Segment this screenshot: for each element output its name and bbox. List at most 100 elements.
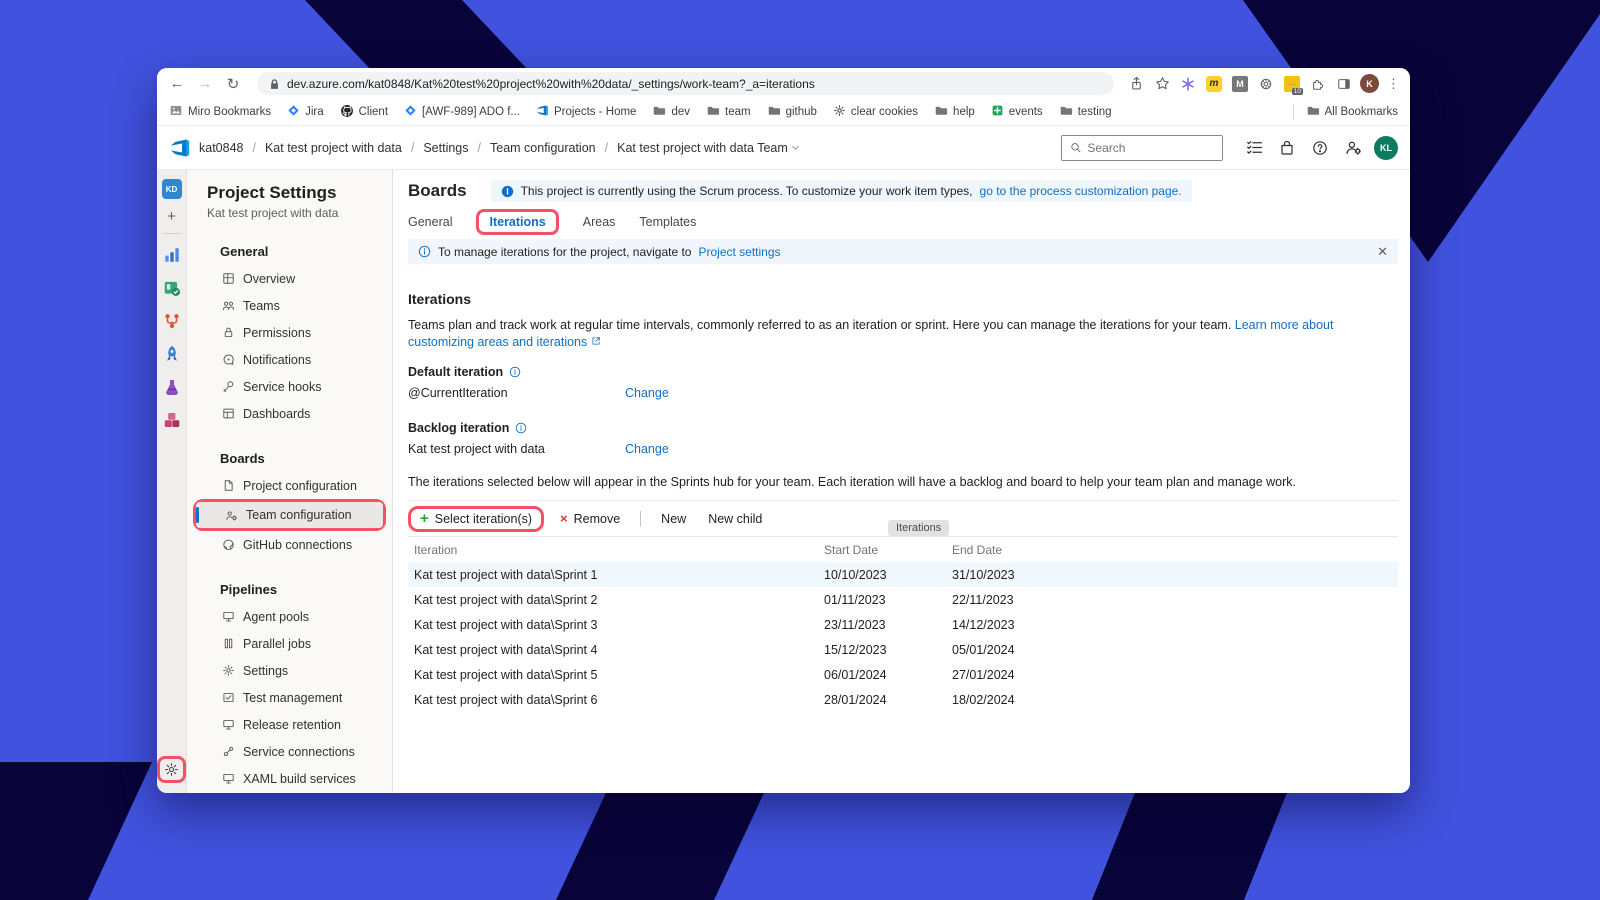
close-icon[interactable]: ✕	[1377, 244, 1388, 260]
table-row[interactable]: Kat test project with data\Sprint 201/11…	[408, 587, 1398, 612]
gear-extension-icon[interactable]	[1258, 76, 1274, 92]
breadcrumb-item-kat0848[interactable]: kat0848	[199, 141, 243, 155]
bookmark-testing[interactable]: testing	[1059, 104, 1112, 120]
bookmark-team[interactable]: team	[706, 104, 751, 120]
remove-button[interactable]: × Remove	[552, 508, 628, 530]
tab-iterations[interactable]: Iterations	[476, 209, 558, 235]
sidebar-item-github-connections[interactable]: GitHub connections	[187, 531, 392, 558]
table-row[interactable]: Kat test project with data\Sprint 506/01…	[408, 662, 1398, 687]
back-icon[interactable]: ←	[167, 75, 187, 92]
share-icon[interactable]	[1128, 76, 1144, 92]
tab-areas[interactable]: Areas	[583, 212, 616, 232]
forward-icon[interactable]: →	[195, 75, 215, 92]
bookmark-clear-cookies[interactable]: clear cookies	[833, 104, 918, 120]
bookmark-client[interactable]: Client	[340, 104, 388, 121]
search-box[interactable]	[1061, 135, 1223, 161]
bookmark-projects-home[interactable]: Projects - Home	[536, 104, 636, 120]
m-extension-icon[interactable]: M	[1232, 76, 1248, 92]
sidebar-item-settings[interactable]: Settings	[187, 657, 392, 684]
tab-templates[interactable]: Templates	[639, 212, 696, 232]
breadcrumb-item-kat-test-project-with-data[interactable]: Kat test project with data	[265, 141, 402, 155]
marketplace-bag-icon[interactable]	[1278, 139, 1296, 157]
bookmark-events[interactable]: events	[991, 104, 1043, 120]
bookmark-label: clear cookies	[851, 106, 918, 118]
sidebar-item-teams[interactable]: Teams	[187, 292, 392, 319]
sidebar-item-dashboards[interactable]: Dashboards	[187, 400, 392, 427]
column-header-iteration[interactable]: Iteration	[408, 543, 824, 557]
user-settings-icon[interactable]	[1344, 139, 1362, 157]
bookmark-help[interactable]: help	[934, 104, 975, 120]
star-icon[interactable]	[1154, 76, 1170, 92]
task-list-icon[interactable]	[1245, 139, 1263, 157]
pipelines-app-icon[interactable]	[163, 345, 181, 363]
test-icon	[222, 691, 235, 704]
calendar-10-extension-icon[interactable]: …10	[1284, 76, 1300, 92]
new-button[interactable]: New	[653, 508, 694, 530]
repos-app-icon[interactable]	[163, 312, 181, 330]
sidebar-item-overview[interactable]: Overview	[187, 265, 392, 292]
sidebar-item-release-retention[interactable]: Release retention	[187, 711, 392, 738]
sidebar-item-permissions[interactable]: Permissions	[187, 319, 392, 346]
user-avatar[interactable]: KL	[1374, 136, 1398, 160]
info-outline-icon[interactable]	[515, 422, 527, 434]
sidebar-item-notifications[interactable]: Notifications	[187, 346, 392, 373]
sidebar-item-test-management[interactable]: Test management	[187, 684, 392, 711]
sidebar-item-project-configuration[interactable]: Project configuration	[187, 472, 392, 499]
puzzle-extensions-icon[interactable]	[1310, 76, 1326, 92]
azure-devops-logo-icon[interactable]	[169, 137, 191, 159]
tab-general[interactable]: General	[408, 212, 452, 232]
sidebar-item-service-hooks[interactable]: Service hooks	[187, 373, 392, 400]
bookmark-miro-bookmarks[interactable]: Miro Bookmarks	[169, 104, 271, 120]
column-header-start-date[interactable]: Start Date	[824, 543, 952, 557]
bookmark-dev[interactable]: dev	[652, 104, 690, 120]
chrome-menu-icon[interactable]: ⋮	[1387, 76, 1400, 92]
browser-profile-avatar[interactable]: K	[1360, 74, 1379, 93]
all-bookmarks-button[interactable]: All Bookmarks	[1293, 104, 1399, 120]
table-row[interactable]: Kat test project with data\Sprint 628/01…	[408, 687, 1398, 712]
add-icon[interactable]: +	[167, 208, 176, 225]
overview-app-icon[interactable]	[163, 246, 181, 264]
miro-extension-icon[interactable]: m	[1206, 76, 1222, 92]
boards-app-icon[interactable]	[163, 279, 181, 297]
sidebar-item-xaml-build-services[interactable]: XAML build services	[187, 765, 392, 792]
sidebar-item-label: Parallel jobs	[243, 637, 311, 651]
artifacts-app-icon[interactable]	[163, 411, 181, 429]
azure-icon	[536, 104, 549, 120]
project-settings-gear-icon[interactable]	[164, 762, 179, 777]
sidebar-item-service-connections[interactable]: Service connections	[187, 738, 392, 765]
team-selector[interactable]: Kat test project with data Team	[617, 141, 800, 155]
help-icon[interactable]	[1311, 139, 1329, 157]
bookmark-github[interactable]: github	[767, 104, 817, 120]
sidebar-item-agent-pools[interactable]: Agent pools	[187, 603, 392, 630]
sidebar-item-label: Notifications	[243, 353, 311, 367]
settings-annotation-box	[157, 756, 186, 783]
info-outline-icon[interactable]	[509, 366, 521, 378]
cell-iteration: Kat test project with data\Sprint 2	[408, 593, 824, 607]
table-row[interactable]: Kat test project with data\Sprint 415/12…	[408, 637, 1398, 662]
address-bar[interactable]: dev.azure.com/kat0848/Kat%20test%20proje…	[257, 72, 1114, 95]
bookmark-awf-989-ado-f[interactable]: [AWF-989] ADO f...	[404, 104, 520, 120]
flower-extension-icon[interactable]	[1180, 76, 1196, 92]
new-child-button[interactable]: New child	[700, 508, 770, 530]
select-iterations-button[interactable]: + Select iteration(s)	[408, 506, 544, 532]
reload-icon[interactable]: ↻	[223, 75, 243, 93]
workspace-avatar[interactable]: KD	[162, 179, 182, 199]
search-input[interactable]	[1087, 141, 1214, 155]
change-default-iteration-link[interactable]: Change	[625, 386, 669, 400]
sidebar-subtitle: Kat test project with data	[187, 206, 392, 220]
project-settings-link[interactable]: Project settings	[698, 245, 780, 259]
breadcrumb-item-settings[interactable]: Settings	[423, 141, 468, 155]
column-header-end-date[interactable]: End Date	[952, 543, 1398, 557]
dashboard-icon	[222, 407, 235, 420]
sidebar-item-parallel-jobs[interactable]: Parallel jobs	[187, 630, 392, 657]
test-plans-app-icon[interactable]	[163, 378, 181, 396]
table-row[interactable]: Kat test project with data\Sprint 110/10…	[408, 562, 1398, 587]
process-customization-link[interactable]: go to the process customization page.	[980, 184, 1182, 198]
change-backlog-iteration-link[interactable]: Change	[625, 442, 669, 456]
info-outline-icon	[418, 245, 431, 258]
bookmark-jira[interactable]: Jira	[287, 104, 324, 120]
side-panel-icon[interactable]	[1336, 76, 1352, 92]
breadcrumb-item-team-configuration[interactable]: Team configuration	[490, 141, 596, 155]
table-row[interactable]: Kat test project with data\Sprint 323/11…	[408, 612, 1398, 637]
sidebar-item-team-configuration[interactable]: Team configuration	[196, 502, 383, 528]
